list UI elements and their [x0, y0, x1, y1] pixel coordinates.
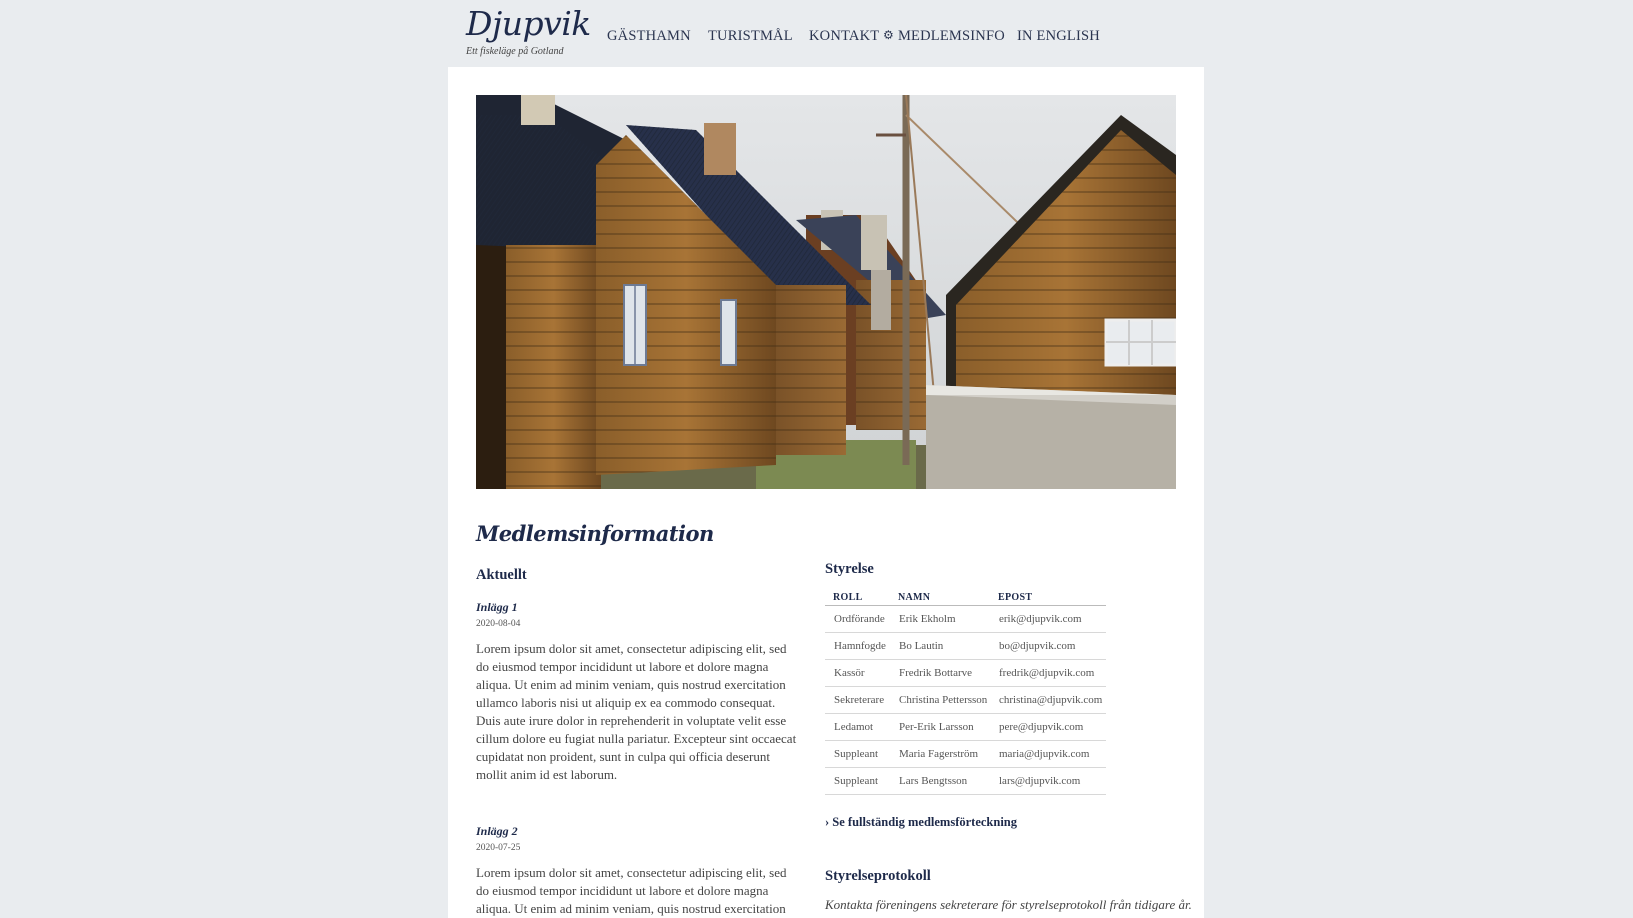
table-row: Sekreterare Christina Pettersson christi… [825, 686, 1106, 714]
news-post: Inlägg 1 2020-08-04 Lorem ipsum dolor si… [476, 600, 798, 784]
nav-link-kontakt[interactable]: KONTAKT [809, 28, 879, 45]
page-title: Medlemsinformation [476, 521, 714, 546]
news-heading: Aktuellt [476, 567, 527, 583]
cell-name: Lars Bengtsson [890, 767, 990, 795]
table-row: Kassör Fredrik Bottarve fredrik@djupvik.… [825, 659, 1106, 687]
table-row: Ledamot Per-Erik Larsson pere@djupvik.co… [825, 713, 1106, 741]
nav-link-gasthamn[interactable]: GÄSTHAMN [607, 28, 691, 45]
column-header-roll: ROLL [825, 592, 890, 606]
post-title[interactable]: Inlägg 2 [476, 824, 798, 839]
news-section: Aktuellt Inlägg 1 2020-08-04 Lorem ipsum… [476, 567, 798, 918]
cell-email[interactable]: christina@djupvik.com [990, 686, 1106, 714]
table-row: Suppleant Maria Fagerström maria@djupvik… [825, 740, 1106, 768]
nav-link-medlemsinfo-label: MEDLEMSINFO [897, 28, 1005, 44]
cell-name: Per-Erik Larsson [890, 713, 990, 741]
cell-email[interactable]: bo@djupvik.com [990, 632, 1106, 660]
column-header-epost: EPOST [990, 592, 1106, 606]
cell-name: Maria Fagerström [890, 740, 990, 768]
post-title[interactable]: Inlägg 1 [476, 600, 798, 615]
board-heading: Styrelse [825, 561, 874, 577]
table-row: Ordförande Erik Ekholm erik@djupvik.com [825, 605, 1106, 633]
board-table: ROLL NAMN EPOST Ordförande Erik Ekholm e… [825, 592, 1106, 795]
nav-link-in-english[interactable]: IN ENGLISH [1017, 28, 1100, 45]
protocol-heading: Styrelseprotokoll [825, 868, 931, 884]
post-body: Lorem ipsum dolor sit amet, consectetur … [476, 865, 787, 916]
logo-title[interactable]: Djupvik [466, 4, 591, 44]
news-post: Inlägg 2 2020-07-25 Lorem ipsum dolor si… [476, 824, 798, 918]
cell-name: Christina Pettersson [890, 686, 990, 714]
post-body: Lorem ipsum dolor sit amet, consectetur … [476, 641, 797, 782]
content-panel: Medlemsinformation Aktuellt Inlägg 1 202… [448, 67, 1204, 918]
cell-email[interactable]: erik@djupvik.com [990, 605, 1106, 633]
nav-link-turistmal[interactable]: TURISTMÅL [708, 28, 793, 45]
cell-name: Bo Lautin [890, 632, 990, 660]
cell-role: Suppleant [825, 767, 890, 795]
logo-subtitle: Ett fiskeläge på Gotland [466, 46, 564, 57]
cell-name: Erik Ekholm [890, 605, 990, 633]
fishing-huts-photo [476, 95, 1176, 489]
cell-role: Sekreterare [825, 686, 890, 714]
board-section: Styrelse ROLL NAMN EPOST Ordförande Erik… [825, 561, 1192, 913]
cell-email[interactable]: fredrik@djupvik.com [990, 659, 1106, 687]
cell-email[interactable]: lars@djupvik.com [990, 767, 1106, 795]
column-header-namn: NAMN [890, 592, 990, 606]
cell-role: Hamnfogde [825, 632, 890, 660]
table-header-row: ROLL NAMN EPOST [825, 592, 1106, 606]
cell-email[interactable]: maria@djupvik.com [990, 740, 1106, 768]
table-row: Hamnfogde Bo Lautin bo@djupvik.com [825, 632, 1106, 660]
cell-role: Ordförande [825, 605, 890, 633]
cell-role: Suppleant [825, 740, 890, 768]
nav-link-medlemsinfo[interactable]: ⚙ MEDLEMSINFO [883, 28, 1005, 45]
cell-role: Kassör [825, 659, 890, 687]
cell-role: Ledamot [825, 713, 890, 741]
cell-email[interactable]: pere@djupvik.com [990, 713, 1106, 741]
post-date: 2020-08-04 [476, 619, 521, 629]
full-member-list-link[interactable]: › Se fullständig medlemsförteckning [825, 815, 1017, 829]
cell-name: Fredrik Bottarve [890, 659, 990, 687]
post-date: 2020-07-25 [476, 843, 521, 853]
site-logo[interactable]: Djupvik Ett fiskeläge på Gotland [466, 4, 591, 57]
gear-icon: ⚙ [883, 28, 894, 42]
protocol-note: Kontakta föreningens sekreterare för sty… [825, 897, 1192, 912]
hero-image [476, 95, 1176, 489]
table-row: Suppleant Lars Bengtsson lars@djupvik.co… [825, 767, 1106, 795]
top-bar: Djupvik Ett fiskeläge på Gotland GÄSTHAM… [0, 0, 1633, 66]
